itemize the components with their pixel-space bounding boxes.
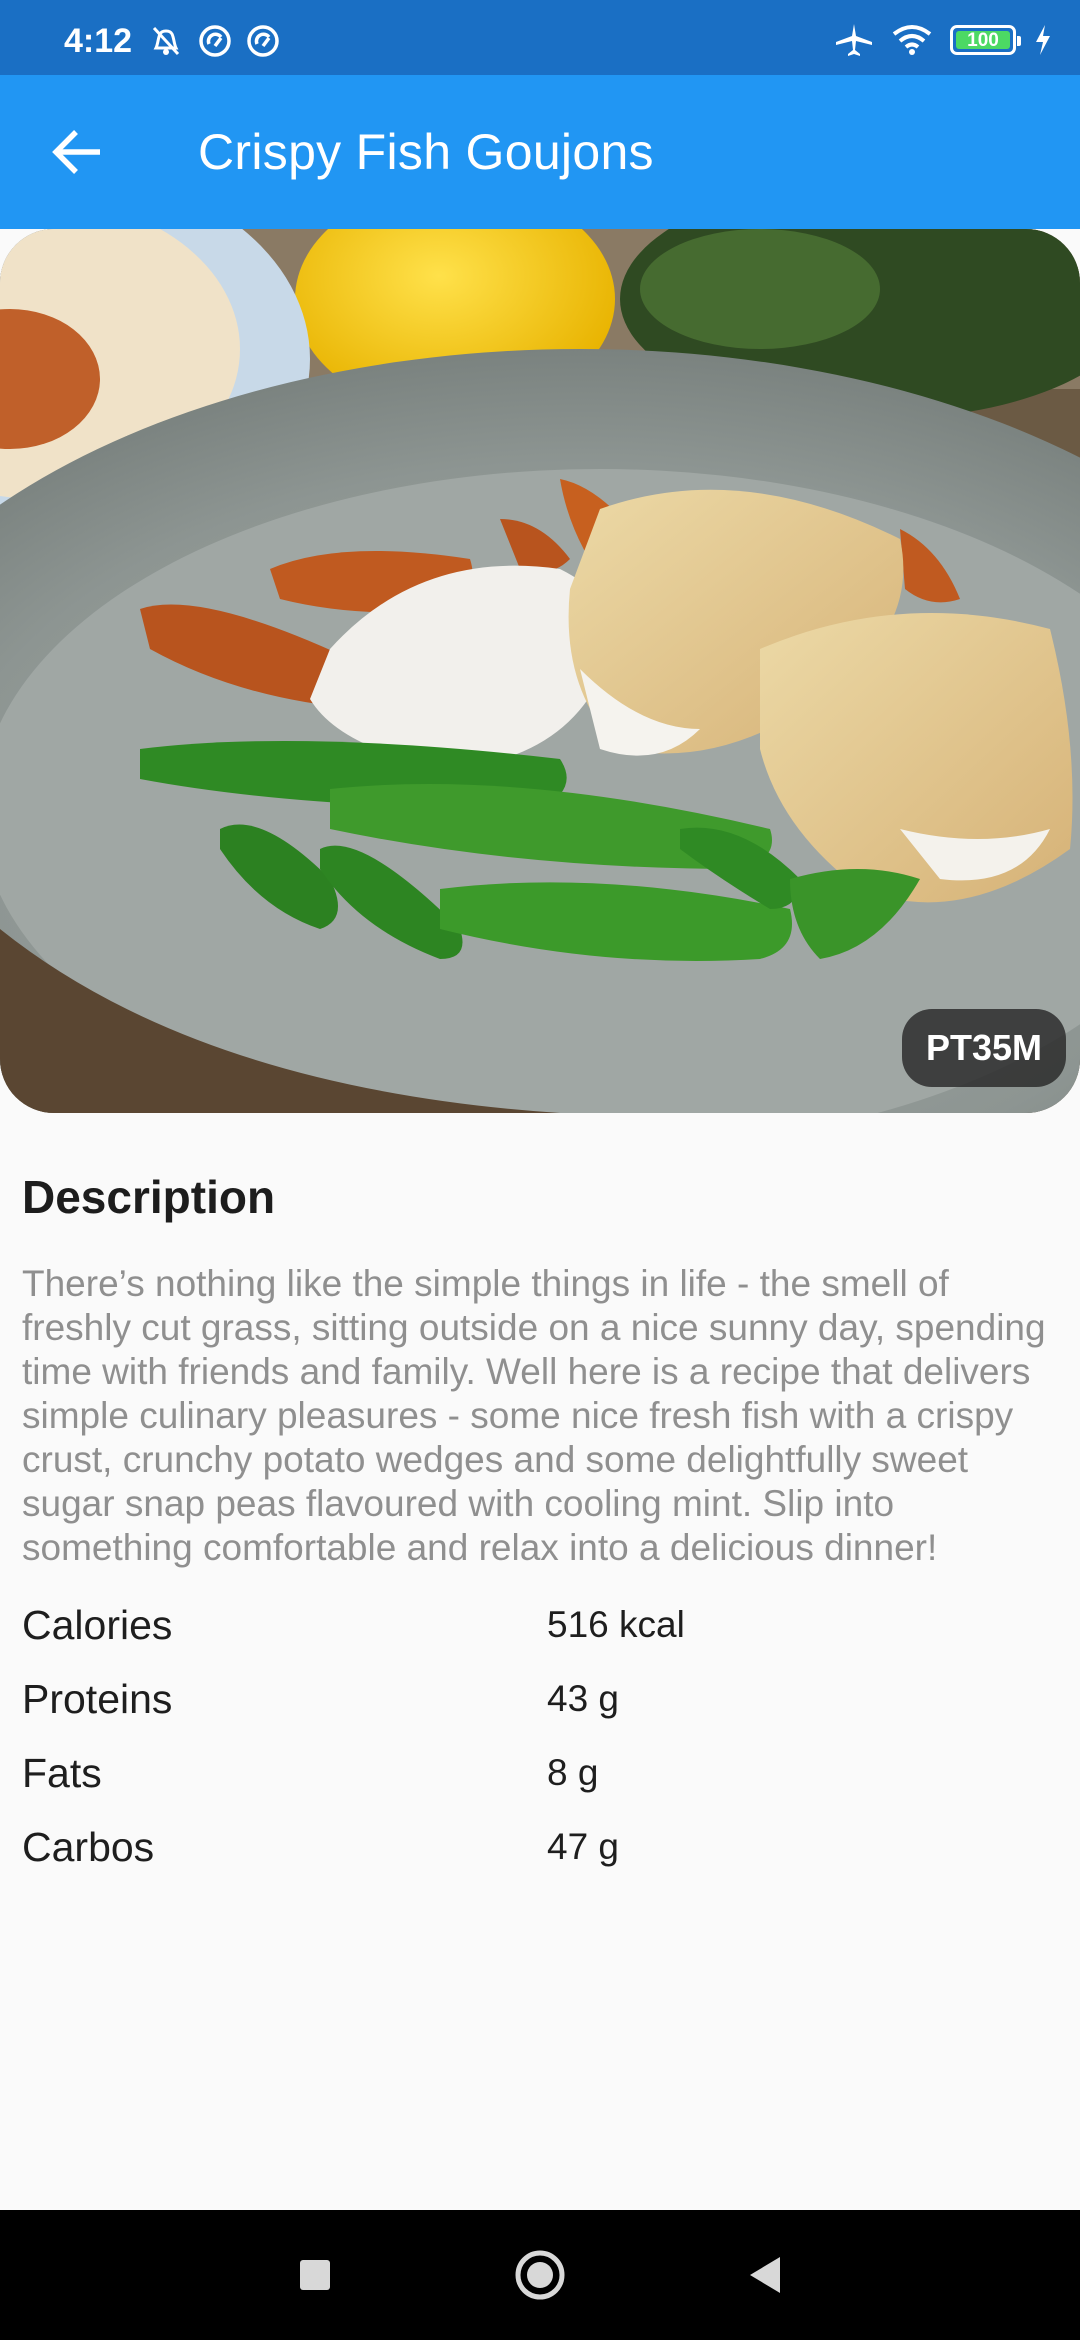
nutrition-value: 8 g (547, 1752, 599, 1793)
sync-circle-icon (246, 24, 280, 58)
nutrition-label: Fats (22, 1749, 102, 1796)
description-text: There’s nothing like the simple things i… (22, 1263, 1046, 1568)
nutrition-table: Calories 516 kcal Proteins 43 g Fats 8 g… (22, 1588, 1062, 1884)
wifi-icon (892, 24, 932, 56)
nutrition-value: 47 g (547, 1826, 620, 1867)
airplane-mode-icon (834, 22, 874, 58)
status-notification-icons (148, 24, 280, 58)
recents-button[interactable] (285, 2245, 345, 2305)
back-button[interactable] (48, 122, 108, 182)
nutrition-row-proteins: Proteins 43 g (22, 1662, 1062, 1736)
nutrition-row-carbos: Carbos 47 g (22, 1810, 1062, 1884)
arrow-back-icon (52, 130, 100, 174)
home-circle-icon (515, 2250, 565, 2300)
status-system-icons: 100 (834, 22, 1052, 58)
recipe-details: Description There’s nothing like the sim… (22, 1170, 1062, 1884)
page-title: Crispy Fish Goujons (198, 124, 654, 180)
square-icon (300, 2260, 330, 2290)
battery-icon: 100 (950, 25, 1021, 55)
back-nav-button[interactable] (735, 2245, 795, 2305)
nutrition-value: 43 g (547, 1678, 620, 1719)
nutrition-label: Carbos (22, 1823, 155, 1870)
recipe-image: PT35M (0, 229, 1080, 1113)
description-heading: Description (22, 1171, 276, 1223)
status-time: 4:12 (64, 22, 133, 60)
system-navigation-bar (0, 2210, 1080, 2340)
nutrition-value: 516 kcal (547, 1604, 685, 1645)
nutrition-row-calories: Calories 516 kcal (22, 1588, 1062, 1662)
duration-badge: PT35M (901, 1009, 1066, 1087)
recipe-photo-illustration (0, 229, 1080, 1113)
status-bar: 4:12 100 (0, 0, 1080, 75)
app-bar: Crispy Fish Goujons (0, 75, 1080, 229)
home-button[interactable] (510, 2245, 570, 2305)
triangle-back-icon (750, 2257, 780, 2293)
nutrition-label: Proteins (22, 1675, 173, 1722)
muted-bell-icon (148, 24, 184, 58)
charging-bolt-icon (1034, 25, 1052, 55)
nutrition-row-fats: Fats 8 g (22, 1736, 1062, 1810)
nutrition-label: Calories (22, 1601, 173, 1648)
battery-percentage: 100 (967, 29, 999, 51)
sync-circle-icon (198, 24, 232, 58)
